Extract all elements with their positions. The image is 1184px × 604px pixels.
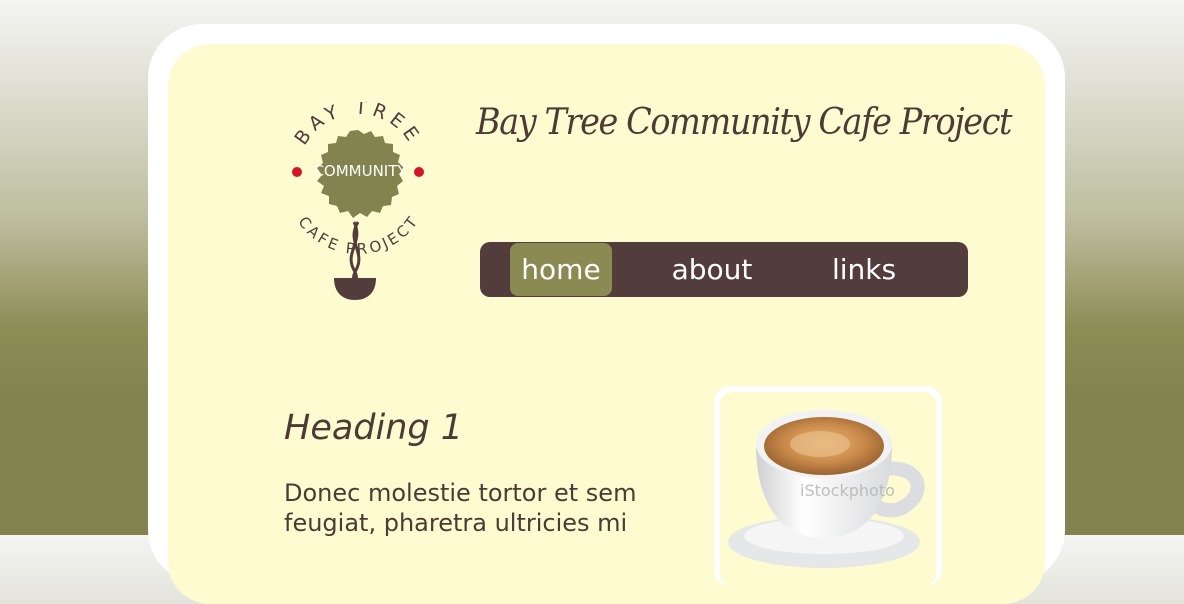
content-heading: Heading 1 <box>284 408 464 448</box>
photo-watermark: iStockphoto <box>800 481 895 500</box>
main-nav: home about links <box>480 242 968 297</box>
nav-about-link[interactable]: about <box>656 243 768 296</box>
coffee-photo-frame: iStockphoto <box>714 386 942 586</box>
tree-logo-icon: BAY TREE CAFE PROJECT COMMUNITY <box>290 96 424 300</box>
nav-home-link[interactable]: home <box>510 243 612 296</box>
content-paragraph: Donec molestie tortor et sem feugiat, ph… <box>284 479 637 537</box>
nav-links-link[interactable]: links <box>812 243 916 296</box>
site-logo[interactable]: BAY TREE CAFE PROJECT COMMUNITY <box>290 96 430 302</box>
coffee-photo: iStockphoto <box>720 392 936 586</box>
page-frame: BAY TREE CAFE PROJECT COMMUNITY Bay Tree… <box>148 24 1065 604</box>
coffee-cup-image: iStockphoto <box>728 410 925 568</box>
site-title: Bay Tree Community Cafe Project <box>476 102 1013 143</box>
logo-center-text: COMMUNITY <box>313 162 407 180</box>
content-panel: BAY TREE CAFE PROJECT COMMUNITY Bay Tree… <box>168 44 1045 604</box>
